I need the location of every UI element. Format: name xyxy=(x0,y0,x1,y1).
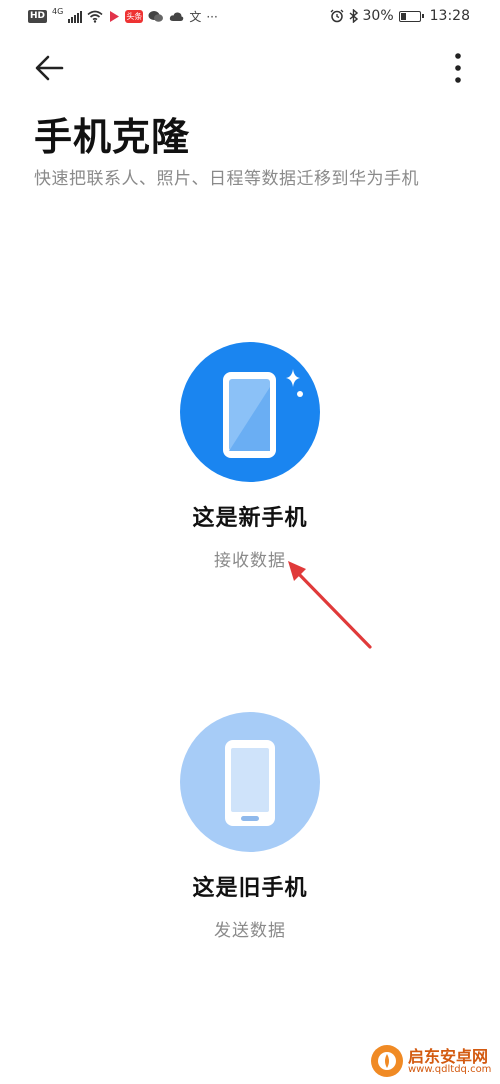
status-bar: HD 4G 头条 文 ··· 30% 13:28 xyxy=(0,0,500,36)
battery-icon xyxy=(398,10,424,22)
back-button[interactable] xyxy=(30,50,70,86)
old-phone-title: 这是旧手机 xyxy=(192,876,308,901)
network-type: 4G xyxy=(52,7,64,16)
watermark: 启东安卓网 www.qdltdq.com xyxy=(370,1042,495,1080)
alarm-icon xyxy=(330,9,343,23)
phone-icon xyxy=(225,740,275,826)
old-phone-subtitle: 发送数据 xyxy=(214,921,286,941)
more-vertical-icon xyxy=(455,53,461,83)
bluetooth-icon xyxy=(349,9,358,23)
cloud-icon xyxy=(170,12,184,21)
phone-with-sparkle-icon xyxy=(223,369,303,458)
status-left-icons: HD 4G 头条 文 ··· xyxy=(28,7,218,25)
new-phone-circle[interactable] xyxy=(180,342,320,482)
toutiao-app-icon: 头条 xyxy=(125,10,144,23)
battery-percent: 30% xyxy=(362,8,394,24)
status-right-icons: 30% 13:28 xyxy=(330,8,470,24)
new-phone-option[interactable]: 这是新手机 接收数据 xyxy=(0,342,500,571)
new-phone-title: 这是新手机 xyxy=(192,506,308,531)
page-subtitle: 快速把联系人、照片、日程等数据迁移到华为手机 xyxy=(34,169,419,189)
old-phone-option[interactable]: 这是旧手机 发送数据 xyxy=(0,712,500,941)
page-title: 手机克隆 xyxy=(34,115,191,159)
old-phone-circle[interactable] xyxy=(180,712,320,852)
more-notifications-icon: ··· xyxy=(206,9,218,24)
clock: 13:28 xyxy=(429,8,470,24)
wifi-icon xyxy=(87,10,103,23)
wechat-icon xyxy=(148,11,164,22)
watermark-logo-icon xyxy=(371,1045,403,1077)
video-app-icon xyxy=(110,11,120,22)
more-options-button[interactable] xyxy=(444,50,472,86)
watermark-url: www.qdltdq.com xyxy=(408,1064,492,1075)
translate-icon: 文 xyxy=(189,10,202,24)
signal-icon xyxy=(68,10,83,23)
new-phone-subtitle: 接收数据 xyxy=(214,551,286,571)
back-arrow-icon xyxy=(35,55,64,81)
hd-badge: HD xyxy=(28,10,48,23)
